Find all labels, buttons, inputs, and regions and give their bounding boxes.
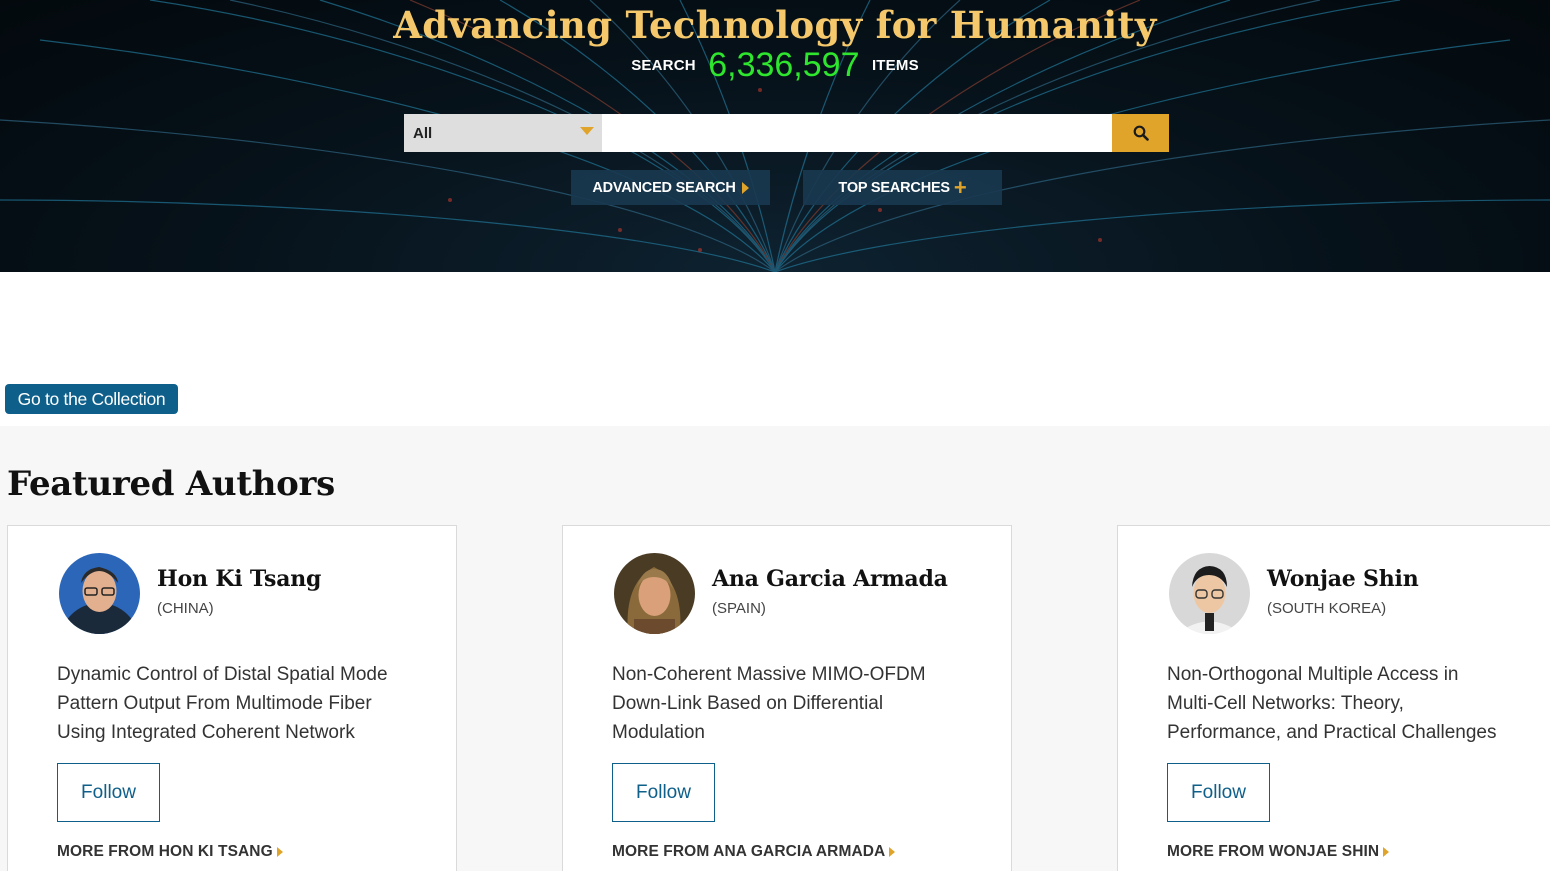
paper-title-link[interactable]: Non-Orthogonal Multiple Access in Multi-… — [1167, 660, 1507, 747]
author-country: (CHINA) — [157, 600, 214, 617]
author-avatar — [59, 553, 140, 634]
author-avatar — [1169, 553, 1250, 634]
hero-banner: Advancing Technology for Humanity SEARCH… — [0, 0, 1550, 272]
author-avatar — [614, 553, 695, 634]
author-country: (SPAIN) — [712, 600, 766, 617]
author-name[interactable]: Ana Garcia Armada — [712, 566, 948, 592]
paper-title-link[interactable]: Non-Coherent Massive MIMO-OFDM Down-Link… — [612, 660, 977, 747]
follow-button[interactable]: Follow — [57, 763, 160, 822]
more-from-author-link[interactable]: MORE FROM WONJAE SHIN — [1167, 843, 1390, 861]
caret-right-icon — [276, 847, 283, 857]
items-suffix-label: ITEMS — [871, 57, 919, 74]
hero-title: Advancing Technology for Humanity — [393, 3, 1157, 47]
go-to-collection-button[interactable]: Go to the Collection — [5, 384, 178, 414]
more-from-author-label: MORE FROM HON KI TSANG — [57, 843, 273, 860]
chevron-down-icon — [580, 127, 594, 135]
featured-authors-section: Featured Authors Hon Ki Tsang (CHINA) Dy… — [0, 426, 1550, 871]
paper-title-link[interactable]: Dynamic Control of Distal Spatial Mode P… — [57, 660, 422, 747]
search-prefix-label: SEARCH — [631, 57, 696, 74]
author-country: (SOUTH KOREA) — [1267, 600, 1387, 617]
search-scope-value: All — [413, 124, 433, 142]
follow-button[interactable]: Follow — [1167, 763, 1270, 822]
search-icon — [1133, 125, 1149, 141]
more-from-author-label: MORE FROM WONJAE SHIN — [1167, 843, 1380, 860]
more-from-author-link[interactable]: MORE FROM ANA GARCIA ARMADA — [612, 843, 896, 861]
author-name[interactable]: Wonjae Shin — [1267, 566, 1419, 592]
advanced-search-label: ADVANCED SEARCH — [592, 179, 736, 196]
search-button[interactable] — [1112, 114, 1169, 152]
search-bar: All — [404, 114, 1169, 152]
caret-right-icon — [889, 847, 896, 857]
search-count-row: SEARCH 6,336,597 ITEMS — [0, 46, 1550, 85]
author-card: Ana Garcia Armada (SPAIN) Non-Coherent M… — [562, 525, 1012, 871]
search-input[interactable] — [602, 114, 1112, 152]
author-card: Hon Ki Tsang (CHINA) Dynamic Control of … — [7, 525, 457, 871]
more-from-author-label: MORE FROM ANA GARCIA ARMADA — [612, 843, 886, 860]
featured-authors-title: Featured Authors — [7, 464, 335, 504]
author-card: Wonjae Shin (SOUTH KOREA) Non-Orthogonal… — [1117, 525, 1550, 871]
plus-icon: + — [953, 174, 967, 200]
top-searches-label: TOP SEARCHES — [838, 179, 950, 196]
item-count: 6,336,597 — [708, 46, 860, 84]
caret-right-icon — [1383, 847, 1390, 857]
follow-button[interactable]: Follow — [612, 763, 715, 822]
search-scope-dropdown[interactable]: All — [404, 114, 602, 152]
caret-right-icon — [741, 181, 749, 194]
author-name[interactable]: Hon Ki Tsang — [157, 566, 321, 592]
more-from-author-link[interactable]: MORE FROM HON KI TSANG — [57, 843, 283, 861]
advanced-search-button[interactable]: ADVANCED SEARCH — [571, 170, 770, 205]
top-searches-button[interactable]: TOP SEARCHES + — [803, 170, 1002, 205]
